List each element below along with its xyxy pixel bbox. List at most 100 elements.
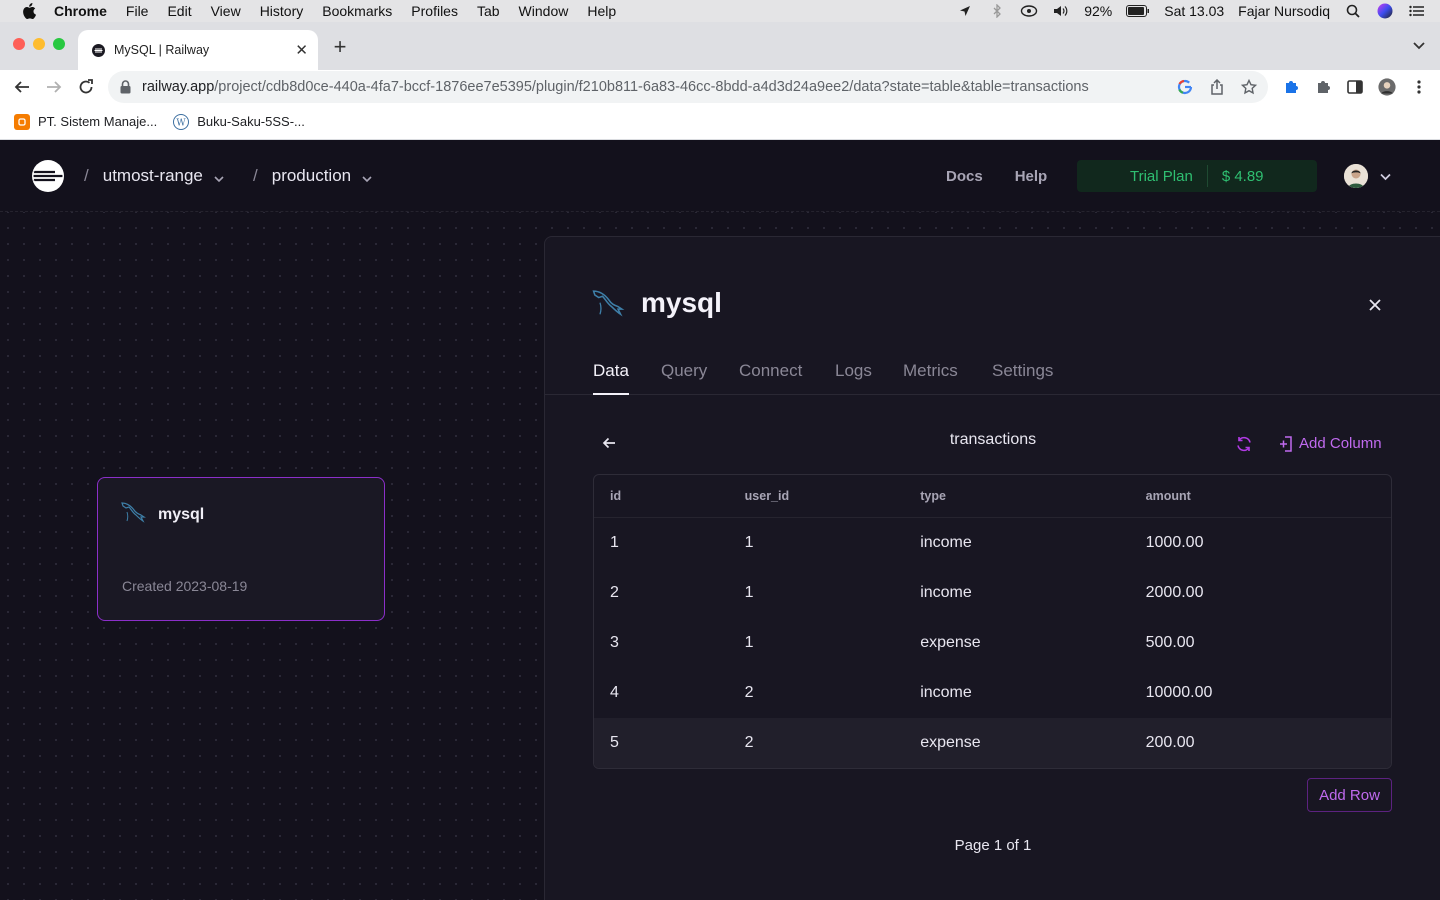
new-tab-button[interactable]: + xyxy=(330,34,350,60)
close-tab-icon[interactable]: ✕ xyxy=(295,41,308,59)
cell-id: 3 xyxy=(610,634,619,651)
siri-icon[interactable] xyxy=(1376,3,1394,19)
url-host: railway.app xyxy=(142,79,215,95)
battery-icon[interactable] xyxy=(1126,3,1150,19)
spotlight-search-icon[interactable] xyxy=(1344,3,1362,19)
url-text: railway.app/project/cdb8d0ce-440a-4fa7-b… xyxy=(142,79,1089,95)
tab-logs[interactable]: Logs xyxy=(835,361,872,395)
svg-text:W: W xyxy=(177,118,187,127)
mysql-service-card[interactable]: mysql Created 2023-08-19 xyxy=(97,477,385,621)
pagination-label: Page 1 of 1 xyxy=(954,837,1032,854)
clock[interactable]: Sat 13.03 xyxy=(1164,3,1224,19)
user-name[interactable]: Fajar Nursodiq xyxy=(1238,3,1330,19)
cell-user-id: 1 xyxy=(744,534,754,551)
back-arrow-icon[interactable] xyxy=(11,76,33,98)
table-row[interactable]: 3 1 expense 500.00 xyxy=(594,618,1391,668)
project-name: utmost-range xyxy=(102,166,203,185)
browser-tab[interactable]: MySQL | Railway ✕ xyxy=(78,30,318,70)
bookmarks-bar: PT. Sistem Manaje... W Buku-Saku-5SS-... xyxy=(0,104,1440,140)
minimize-window-button[interactable] xyxy=(33,38,45,50)
add-column-label: Add Column xyxy=(1299,435,1382,452)
cell-user-id: 1 xyxy=(744,584,754,601)
menu-window[interactable]: Window xyxy=(519,3,569,19)
menu-bookmarks[interactable]: Bookmarks xyxy=(322,3,392,19)
breadcrumb-separator: / xyxy=(84,166,89,185)
bluetooth-icon[interactable] xyxy=(988,3,1006,19)
trial-plan-badge[interactable]: Trial Plan $ 4.89 xyxy=(1077,160,1317,192)
chrome-menu-icon[interactable] xyxy=(1410,76,1428,98)
bookmark-item-blogger[interactable]: PT. Sistem Manaje... xyxy=(14,113,157,130)
environment-breadcrumb[interactable]: / production xyxy=(253,166,373,186)
railway-canvas: / utmost-range / production Docs Help Tr… xyxy=(0,140,1440,900)
table-row[interactable]: 5 2 expense 200.00 xyxy=(594,718,1391,768)
column-header-user-id[interactable]: user_id xyxy=(745,489,921,503)
column-header-amount[interactable]: amount xyxy=(1146,489,1391,503)
maximize-window-button[interactable] xyxy=(53,38,65,50)
location-arrow-icon[interactable] xyxy=(956,3,974,19)
reload-icon[interactable] xyxy=(75,76,97,98)
refresh-icon[interactable] xyxy=(1235,435,1253,453)
menu-view[interactable]: View xyxy=(211,3,241,19)
add-row-button[interactable]: Add Row xyxy=(1307,778,1392,812)
menu-file[interactable]: File xyxy=(126,3,149,19)
side-panel-icon[interactable] xyxy=(1346,76,1364,98)
docs-link[interactable]: Docs xyxy=(946,168,983,185)
panel-title: mysql xyxy=(641,287,722,318)
google-translate-icon[interactable] xyxy=(1176,78,1194,96)
toolbar-extensions xyxy=(1282,76,1428,98)
add-column-button[interactable]: Add Column xyxy=(1279,435,1382,452)
menu-app-name[interactable]: Chrome xyxy=(54,3,107,19)
bookmark-star-icon[interactable] xyxy=(1240,78,1258,96)
railway-logo-icon[interactable] xyxy=(32,160,64,192)
user-avatar[interactable] xyxy=(1344,164,1368,188)
wordpress-icon: W xyxy=(173,113,190,130)
help-link[interactable]: Help xyxy=(1015,168,1048,185)
tab-connect[interactable]: Connect xyxy=(739,361,802,395)
close-panel-icon[interactable] xyxy=(1365,295,1385,315)
profile-avatar-icon[interactable] xyxy=(1378,76,1396,98)
apple-icon[interactable] xyxy=(20,2,38,20)
column-header-id[interactable]: id xyxy=(594,489,745,503)
table-row[interactable]: 1 1 income 1000.00 xyxy=(594,518,1391,568)
tab-search-chevron-icon[interactable] xyxy=(1412,38,1426,52)
menu-history[interactable]: History xyxy=(260,3,304,19)
cell-user-id: 2 xyxy=(744,684,754,701)
table-row[interactable]: 2 1 income 2000.00 xyxy=(594,568,1391,618)
menu-profiles[interactable]: Profiles xyxy=(411,3,458,19)
project-breadcrumb[interactable]: / utmost-range xyxy=(84,166,225,186)
table-header-row: id user_id type amount xyxy=(594,475,1391,518)
cell-type: income xyxy=(920,584,972,601)
close-window-button[interactable] xyxy=(13,38,25,50)
menu-edit[interactable]: Edit xyxy=(167,3,191,19)
tab-metrics[interactable]: Metrics xyxy=(903,361,958,395)
menu-tab[interactable]: Tab xyxy=(477,3,500,19)
macos-menubar: Chrome File Edit View History Bookmarks … xyxy=(0,0,1440,22)
cell-user-id: 1 xyxy=(744,634,754,651)
forward-arrow-icon[interactable] xyxy=(43,76,65,98)
menu-help[interactable]: Help xyxy=(587,3,616,19)
chevron-down-icon xyxy=(213,170,225,183)
cell-type: expense xyxy=(920,634,981,651)
volume-icon[interactable] xyxy=(1052,3,1070,19)
cell-amount: 2000.00 xyxy=(1145,584,1204,601)
tab-query[interactable]: Query xyxy=(661,361,707,395)
tab-settings[interactable]: Settings xyxy=(992,361,1053,395)
table-header-bar: transactions Add Column xyxy=(593,427,1393,461)
account-chevron-down-icon[interactable] xyxy=(1379,170,1392,183)
bookmark-item-wordpress[interactable]: W Buku-Saku-5SS-... xyxy=(173,113,305,130)
extension-blue-puzzle-icon[interactable] xyxy=(1282,76,1300,98)
tab-data[interactable]: Data xyxy=(593,361,629,395)
share-icon[interactable] xyxy=(1208,78,1226,96)
lock-icon[interactable] xyxy=(120,80,132,94)
extensions-puzzle-icon[interactable] xyxy=(1314,76,1332,98)
omnibox-actions xyxy=(1176,78,1258,96)
bookmark-label: Buku-Saku-5SS-... xyxy=(197,114,305,129)
control-center-icon[interactable] xyxy=(1408,3,1426,19)
cell-type: expense xyxy=(920,734,981,751)
column-header-type[interactable]: type xyxy=(920,489,1145,503)
battery-percent: 92% xyxy=(1084,3,1113,19)
address-bar[interactable]: railway.app/project/cdb8d0ce-440a-4fa7-b… xyxy=(108,71,1268,103)
table-row[interactable]: 4 2 income 10000.00 xyxy=(594,668,1391,718)
panel-tabs: Data Query Connect Logs Metrics Settings xyxy=(545,357,1440,395)
vpn-icon[interactable] xyxy=(1020,3,1038,19)
